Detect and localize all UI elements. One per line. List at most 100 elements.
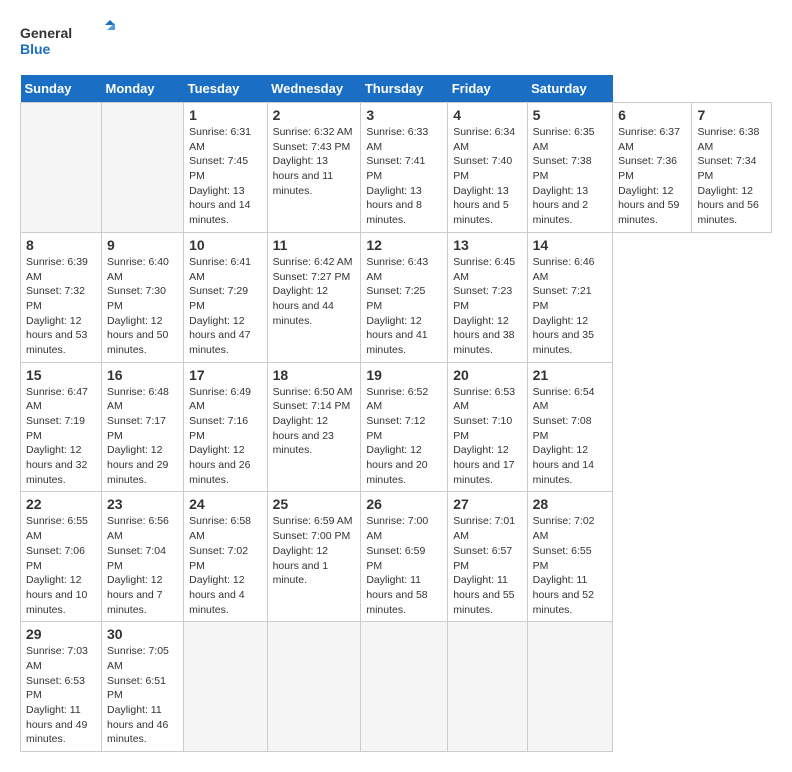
calendar-cell [448,622,527,752]
calendar-cell: 4Sunrise: 6:34 AMSunset: 7:40 PMDaylight… [448,103,527,233]
col-header-tuesday: Tuesday [184,75,267,103]
calendar-cell: 1 Sunrise: 6:31 AMSunset: 7:45 PMDaylight… [184,103,267,233]
calendar-cell: 16 Sunrise: 6:48 AMSunset: 7:17 PMDayligh… [102,362,184,492]
calendar-cell: 3 Sunrise: 6:33 AMSunset: 7:41 PMDaylight… [361,103,448,233]
day-number: 1 [189,107,261,123]
day-info: Sunrise: 6:50 AMSunset: 7:14 PMDaylight:… [273,385,356,458]
calendar-cell: 30 Sunrise: 7:05 AMSunset: 6:51 PMDayligh… [102,622,184,752]
day-info: Sunrise: 7:02 AMSunset: 6:55 PMDaylight:… [533,514,607,617]
calendar-cell: 25Sunrise: 6:59 AMSunset: 7:00 PMDayligh… [267,492,361,622]
day-info: Sunrise: 6:31 AMSunset: 7:45 PMDaylight:… [189,125,261,228]
day-number: 5 [533,107,607,123]
day-info: Sunrise: 7:00 AMSunset: 6:59 PMDaylight:… [366,514,442,617]
day-number: 18 [273,367,356,383]
day-info: Sunrise: 6:54 AMSunset: 7:08 PMDaylight:… [533,385,607,488]
day-info: Sunrise: 6:52 AMSunset: 7:12 PMDaylight:… [366,385,442,488]
day-info: Sunrise: 6:43 AMSunset: 7:25 PMDaylight:… [366,255,442,358]
day-number: 17 [189,367,261,383]
day-number: 20 [453,367,521,383]
calendar-cell [267,622,361,752]
col-header-wednesday: Wednesday [267,75,361,103]
calendar-cell: 8Sunrise: 6:39 AMSunset: 7:32 PMDaylight… [21,232,102,362]
day-number: 23 [107,496,178,512]
day-number: 26 [366,496,442,512]
day-info: Sunrise: 6:32 AMSunset: 7:43 PMDaylight:… [273,125,356,198]
day-info: Sunrise: 6:55 AMSunset: 7:06 PMDaylight:… [26,514,96,617]
day-info: Sunrise: 6:38 AMSunset: 7:34 PMDaylight:… [697,125,766,228]
logo: General Blue [20,20,120,65]
col-header-saturday: Saturday [527,75,612,103]
day-info: Sunrise: 6:41 AMSunset: 7:29 PMDaylight:… [189,255,261,358]
logo-svg: General Blue [20,20,120,65]
calendar-cell: 14Sunrise: 6:46 AMSunset: 7:21 PMDayligh… [527,232,612,362]
calendar-cell: 2 Sunrise: 6:32 AMSunset: 7:43 PMDaylight… [267,103,361,233]
day-number: 16 [107,367,178,383]
calendar-cell: 17 Sunrise: 6:49 AMSunset: 7:16 PMDayligh… [184,362,267,492]
day-info: Sunrise: 7:01 AMSunset: 6:57 PMDaylight:… [453,514,521,617]
calendar-cell: 13Sunrise: 6:45 AMSunset: 7:23 PMDayligh… [448,232,527,362]
col-header-thursday: Thursday [361,75,448,103]
calendar-cell: 22 Sunrise: 6:55 AMSunset: 7:06 PMDayligh… [21,492,102,622]
calendar-cell: 5 Sunrise: 6:35 AMSunset: 7:38 PMDaylight… [527,103,612,233]
calendar-cell [184,622,267,752]
day-info: Sunrise: 6:53 AMSunset: 7:10 PMDaylight:… [453,385,521,488]
day-info: Sunrise: 6:49 AMSunset: 7:16 PMDaylight:… [189,385,261,488]
calendar-cell: 7 Sunrise: 6:38 AMSunset: 7:34 PMDaylight… [692,103,772,233]
calendar-cell: 23Sunrise: 6:56 AMSunset: 7:04 PMDayligh… [102,492,184,622]
day-number: 28 [533,496,607,512]
calendar-cell: 10 Sunrise: 6:41 AMSunset: 7:29 PMDayligh… [184,232,267,362]
week-row-3: 15Sunrise: 6:47 AMSunset: 7:19 PMDayligh… [21,362,772,492]
day-number: 21 [533,367,607,383]
day-number: 6 [618,107,686,123]
day-info: Sunrise: 6:42 AMSunset: 7:27 PMDaylight:… [273,255,356,328]
svg-text:General: General [20,25,72,41]
day-number: 2 [273,107,356,123]
day-info: Sunrise: 6:58 AMSunset: 7:02 PMDaylight:… [189,514,261,617]
calendar-cell: 28 Sunrise: 7:02 AMSunset: 6:55 PMDayligh… [527,492,612,622]
calendar-cell: 9Sunrise: 6:40 AMSunset: 7:30 PMDaylight… [102,232,184,362]
day-info: Sunrise: 7:03 AMSunset: 6:53 PMDaylight:… [26,644,96,747]
week-row-2: 8Sunrise: 6:39 AMSunset: 7:32 PMDaylight… [21,232,772,362]
day-info: Sunrise: 6:48 AMSunset: 7:17 PMDaylight:… [107,385,178,488]
calendar-cell: 18 Sunrise: 6:50 AMSunset: 7:14 PMDayligh… [267,362,361,492]
day-number: 11 [273,237,356,253]
day-number: 14 [533,237,607,253]
calendar-cell: 20 Sunrise: 6:53 AMSunset: 7:10 PMDayligh… [448,362,527,492]
calendar-cell: 19 Sunrise: 6:52 AMSunset: 7:12 PMDayligh… [361,362,448,492]
day-number: 4 [453,107,521,123]
calendar-cell: 27 Sunrise: 7:01 AMSunset: 6:57 PMDayligh… [448,492,527,622]
calendar-cell: 15Sunrise: 6:47 AMSunset: 7:19 PMDayligh… [21,362,102,492]
day-number: 29 [26,626,96,642]
day-number: 9 [107,237,178,253]
week-row-5: 29 Sunrise: 7:03 AMSunset: 6:53 PMDayligh… [21,622,772,752]
col-header-friday: Friday [448,75,527,103]
day-info: Sunrise: 6:59 AMSunset: 7:00 PMDaylight:… [273,514,356,587]
calendar-cell [21,103,102,233]
calendar-cell: 26 Sunrise: 7:00 AMSunset: 6:59 PMDayligh… [361,492,448,622]
day-info: Sunrise: 6:35 AMSunset: 7:38 PMDaylight:… [533,125,607,228]
svg-text:Blue: Blue [20,41,51,57]
day-number: 8 [26,237,96,253]
day-number: 19 [366,367,442,383]
calendar-cell: 6Sunrise: 6:37 AMSunset: 7:36 PMDaylight… [613,103,692,233]
day-info: Sunrise: 7:05 AMSunset: 6:51 PMDaylight:… [107,644,178,747]
day-info: Sunrise: 6:33 AMSunset: 7:41 PMDaylight:… [366,125,442,228]
calendar-table: SundayMondayTuesdayWednesdayThursdayFrid… [20,75,772,752]
day-number: 3 [366,107,442,123]
day-number: 27 [453,496,521,512]
day-number: 30 [107,626,178,642]
col-header-monday: Monday [102,75,184,103]
calendar-cell [361,622,448,752]
day-number: 12 [366,237,442,253]
day-number: 13 [453,237,521,253]
day-number: 22 [26,496,96,512]
col-header-sunday: Sunday [21,75,102,103]
day-number: 7 [697,107,766,123]
calendar-cell [527,622,612,752]
calendar-cell: 11 Sunrise: 6:42 AMSunset: 7:27 PMDayligh… [267,232,361,362]
header-row: SundayMondayTuesdayWednesdayThursdayFrid… [21,75,772,103]
header: General Blue [20,20,772,65]
day-number: 24 [189,496,261,512]
day-number: 10 [189,237,261,253]
week-row-1: 1 Sunrise: 6:31 AMSunset: 7:45 PMDaylight… [21,103,772,233]
